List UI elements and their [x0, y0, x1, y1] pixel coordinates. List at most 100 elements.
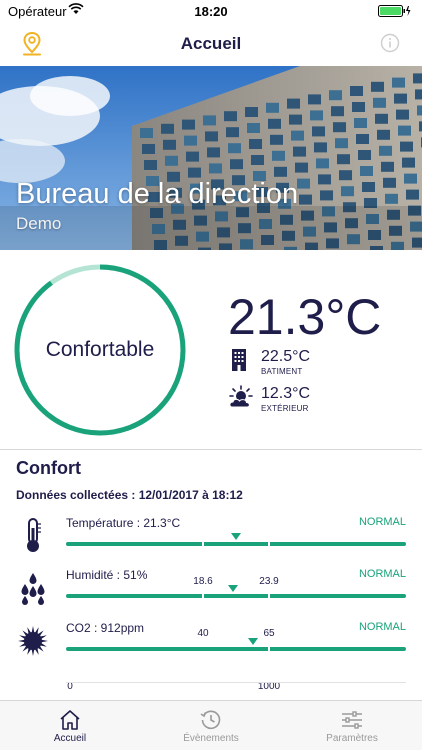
building-photo: [0, 66, 422, 250]
building-window: [287, 98, 300, 109]
building-window: [385, 193, 398, 204]
range-low-tick: [202, 539, 204, 549]
building-window: [295, 162, 308, 173]
building-window: [398, 125, 411, 136]
building-window: [406, 189, 419, 200]
building-window: [320, 190, 333, 201]
tab-parametres[interactable]: Paramètres: [282, 701, 422, 750]
building-window: [144, 160, 157, 170]
building-window: [247, 123, 260, 133]
value-marker: [227, 585, 238, 592]
building-window: [230, 159, 243, 170]
building-window: [142, 144, 155, 154]
building-window: [362, 182, 375, 192]
building-window: [310, 110, 323, 121]
battery-icon: [378, 5, 412, 20]
building-window: [299, 194, 312, 205]
tab-evenements[interactable]: Évènements: [141, 701, 281, 750]
building-window: [392, 77, 405, 88]
building-window: [417, 105, 422, 116]
building-window: [268, 118, 281, 129]
info-icon[interactable]: [380, 33, 400, 58]
building-window: [394, 93, 407, 104]
tab-label: Évènements: [183, 733, 239, 744]
range-low-tick: [202, 591, 204, 601]
building-window: [272, 150, 285, 161]
building-window: [333, 122, 346, 133]
comfort-label: Confortable: [45, 338, 155, 361]
building-window: [245, 107, 258, 117]
building-window: [404, 173, 417, 184]
status-bar: Opérateur 18:20: [0, 0, 422, 22]
building-window: [266, 102, 279, 113]
temperature-metric[interactable]: Température : 21.3°C NORMAL 18.6 23.9: [0, 516, 422, 587]
building-icon: [228, 348, 250, 377]
page-title: Accueil: [180, 34, 242, 53]
metric-bar: 18.6 23.9: [66, 539, 406, 587]
building-window: [375, 113, 388, 124]
building-window: [337, 154, 350, 165]
building-window: [184, 135, 197, 146]
metric-label: CO2 : 912ppm: [66, 621, 145, 635]
building-temp-label: BATIMENT: [261, 367, 303, 376]
partly-cloudy-icon: [228, 385, 254, 414]
building-window: [335, 138, 348, 149]
building-window: [352, 102, 365, 112]
building-name: Bureau de la direction: [16, 178, 299, 210]
divider: [66, 682, 406, 683]
building-window: [209, 163, 222, 174]
building-window: [329, 90, 342, 101]
tab-accueil[interactable]: Accueil: [0, 701, 140, 750]
thermometer-icon: [16, 518, 50, 559]
building-window: [205, 131, 218, 142]
tab-label: Paramètres: [326, 733, 378, 744]
building-window: [358, 150, 371, 160]
building-window: [249, 139, 262, 149]
building-window: [314, 142, 327, 153]
building-window: [228, 143, 241, 154]
history-icon: [199, 709, 223, 736]
value-marker: [231, 533, 241, 540]
metric-label: Humidité : 51%: [66, 568, 148, 582]
metric-bar: 40 65: [66, 591, 406, 639]
building-window: [350, 86, 363, 96]
nav-bar: Accueil: [0, 22, 422, 66]
clock: 18:20: [194, 4, 228, 19]
building-window: [140, 128, 153, 138]
building-window: [379, 145, 392, 156]
metric-status: NORMAL: [358, 568, 406, 580]
building-window: [415, 89, 422, 100]
building-window: [293, 146, 306, 157]
outside-temp-value: 12.3°C: [261, 385, 311, 402]
range-high-tick: [268, 539, 270, 549]
range-high-tick: [268, 644, 270, 654]
building-window: [226, 127, 239, 138]
building-window: [270, 134, 283, 145]
building-window: [373, 97, 386, 108]
building-window: [377, 129, 390, 140]
building-window: [289, 114, 302, 125]
humidity-metric[interactable]: Humidité : 51% NORMAL 40 65: [0, 568, 422, 639]
building-hero: Bureau de la direction Demo: [0, 66, 422, 250]
co2-particle-icon: [16, 623, 50, 664]
building-window: [400, 141, 413, 152]
building-window: [182, 119, 195, 130]
building-window: [402, 157, 415, 168]
building-window: [207, 147, 220, 158]
building-window: [188, 167, 201, 178]
metric-status: NORMAL: [358, 516, 406, 528]
building-window: [274, 166, 287, 177]
building-window: [383, 177, 396, 188]
building-window: [331, 106, 344, 117]
building-window: [203, 115, 216, 126]
building-temp-value: 22.5°C: [261, 348, 311, 365]
co2-metric[interactable]: CO2 : 912ppm NORMAL 0 1000: [0, 621, 422, 692]
collection-date: Données collectées : 12/01/2017 à 18:12: [16, 488, 243, 502]
building-window: [339, 170, 352, 181]
outside-temp-label: EXTÉRIEUR: [261, 404, 309, 413]
building-window: [251, 155, 264, 165]
building-window: [316, 158, 329, 169]
building-window: [308, 94, 321, 105]
building-window: [371, 81, 384, 92]
metric-label: Température : 21.3°C: [66, 516, 181, 530]
